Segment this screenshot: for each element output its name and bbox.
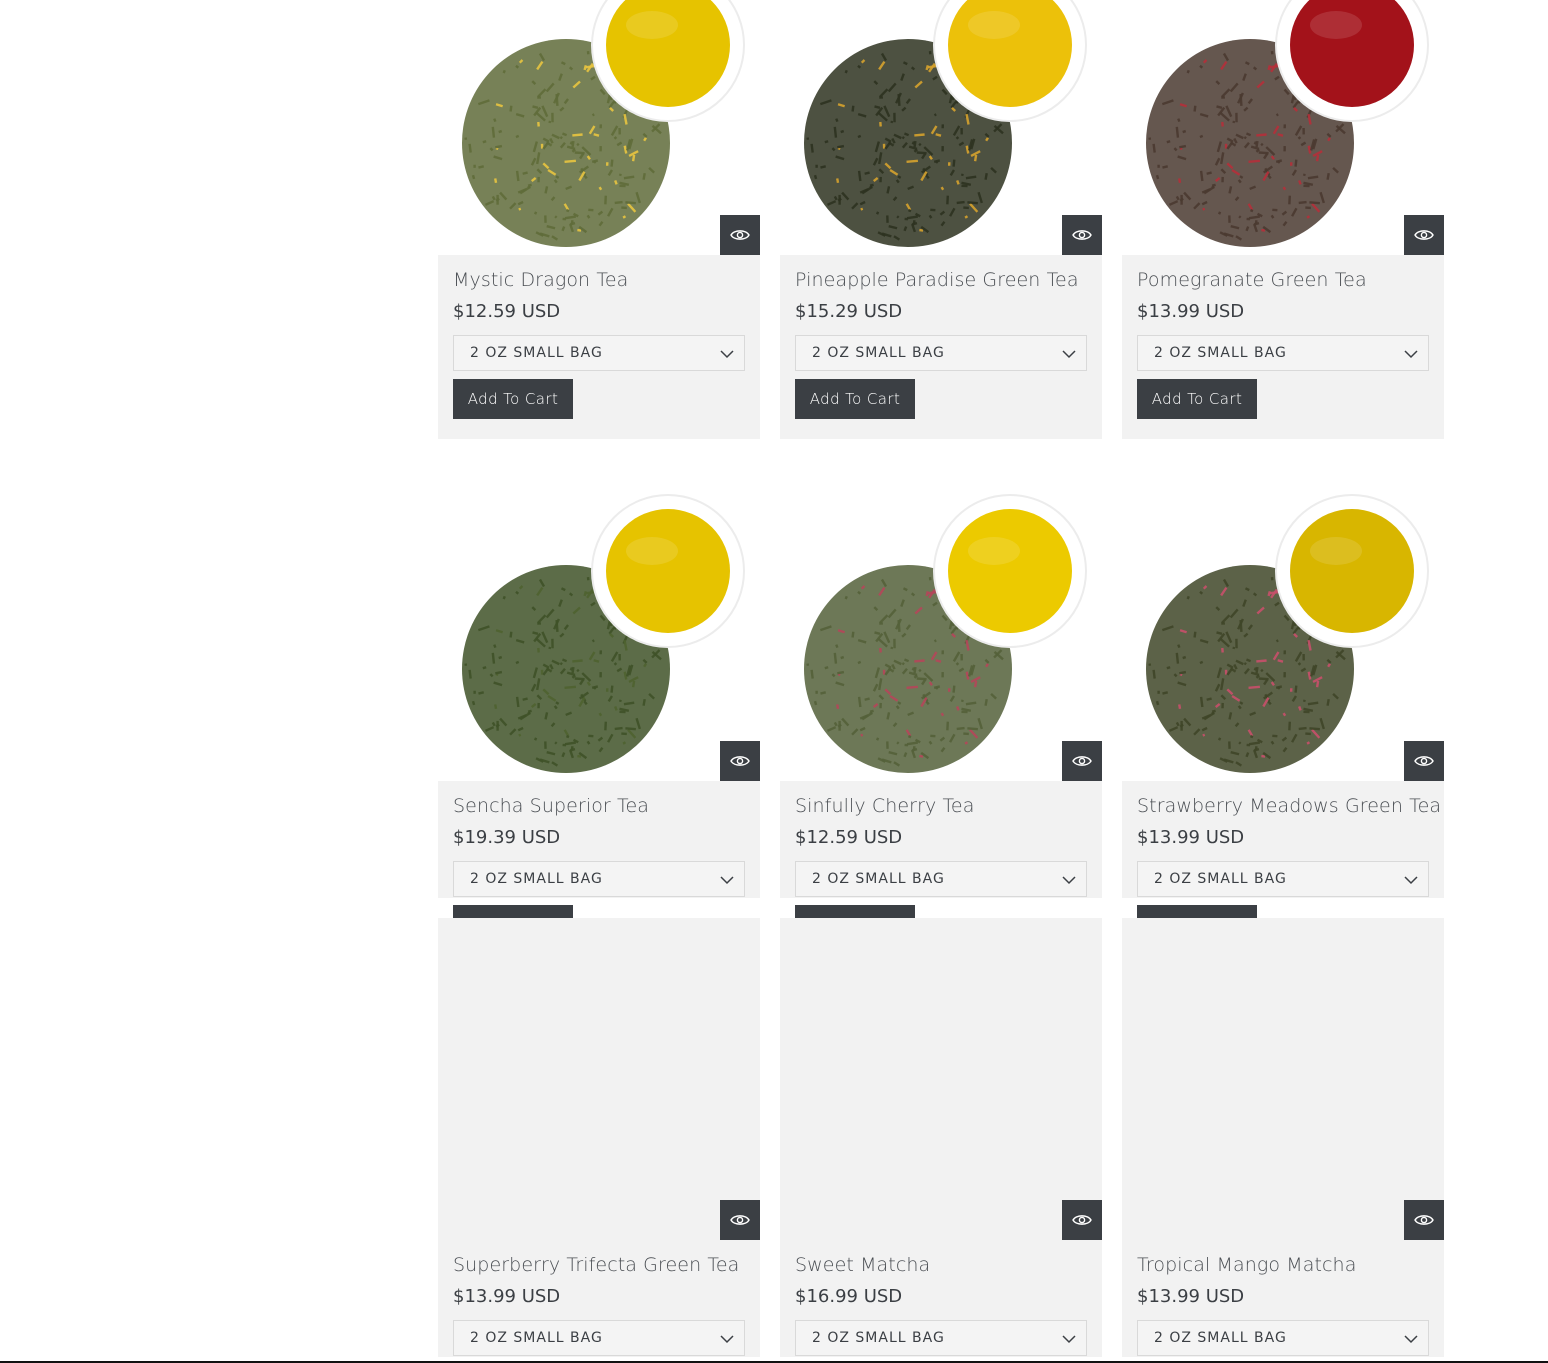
chevron-down-icon: [1404, 1335, 1418, 1344]
product-image: [1146, 0, 1429, 247]
size-select-value: 2 OZ SMALL BAG: [470, 345, 603, 361]
product-card[interactable]: Sweet Matcha $16.99 USD 2 OZ SMALL BAG A…: [780, 918, 1102, 1357]
size-select-value: 2 OZ SMALL BAG: [470, 871, 603, 887]
product-image: [462, 494, 745, 773]
add-to-cart-button[interactable]: Add To Cart: [795, 379, 915, 419]
product-title[interactable]: Pomegranate Green Tea: [1137, 269, 1429, 291]
size-select[interactable]: 2 OZ SMALL BAG: [795, 861, 1087, 897]
product-card[interactable]: Sinfully Cherry Tea $12.59 USD 2 OZ SMAL…: [780, 459, 1102, 945]
eye-icon: [1072, 230, 1092, 240]
product-price: $13.99 USD: [1137, 827, 1245, 848]
size-select[interactable]: 2 OZ SMALL BAG: [795, 335, 1087, 371]
product-price: $13.99 USD: [1137, 1286, 1245, 1307]
product-title[interactable]: Superberry Trifecta Green Tea: [453, 1254, 745, 1276]
size-select-value: 2 OZ SMALL BAG: [812, 871, 945, 887]
product-image-frame[interactable]: [780, 0, 1102, 255]
product-card[interactable]: Pomegranate Green Tea $13.99 USD 2 OZ SM…: [1122, 0, 1444, 439]
product-image-frame[interactable]: [780, 459, 1102, 781]
eye-icon: [730, 756, 750, 766]
size-select[interactable]: 2 OZ SMALL BAG: [1137, 861, 1429, 897]
product-image-frame[interactable]: [438, 0, 760, 255]
size-select-value: 2 OZ SMALL BAG: [470, 1330, 603, 1346]
product-grid-page: Mystic Dragon Tea $12.59 USD 2 OZ SMALL …: [0, 0, 1548, 1363]
product-image: [462, 0, 745, 247]
product-grid: Mystic Dragon Tea $12.59 USD 2 OZ SMALL …: [438, 0, 1444, 1357]
size-select[interactable]: 2 OZ SMALL BAG: [453, 335, 745, 371]
product-card[interactable]: Tropical Mango Matcha $13.99 USD 2 OZ SM…: [1122, 918, 1444, 1357]
product-price: $13.99 USD: [453, 1286, 561, 1307]
product-card[interactable]: Mystic Dragon Tea $12.59 USD 2 OZ SMALL …: [438, 0, 760, 439]
size-select-value: 2 OZ SMALL BAG: [1154, 871, 1287, 887]
size-select-value: 2 OZ SMALL BAG: [1154, 345, 1287, 361]
add-to-cart-button[interactable]: Add To Cart: [1137, 379, 1257, 419]
product-card[interactable]: Strawberry Meadows Green Tea $13.99 USD …: [1122, 459, 1444, 945]
quick-view-button[interactable]: [720, 215, 760, 255]
quick-view-button[interactable]: [1062, 215, 1102, 255]
product-image-frame[interactable]: [1122, 459, 1444, 781]
quick-view-button[interactable]: [1062, 741, 1102, 781]
product-image: [1146, 494, 1429, 773]
product-title[interactable]: Mystic Dragon Tea: [453, 269, 745, 291]
size-select[interactable]: 2 OZ SMALL BAG: [453, 1320, 745, 1356]
chevron-down-icon: [1404, 876, 1418, 885]
product-card[interactable]: Pineapple Paradise Green Tea $15.29 USD …: [780, 0, 1102, 439]
product-card[interactable]: Superberry Trifecta Green Tea $13.99 USD…: [438, 918, 760, 1357]
chevron-down-icon: [720, 876, 734, 885]
chevron-down-icon: [1062, 1335, 1076, 1344]
product-price: $15.29 USD: [795, 301, 903, 322]
product-price: $19.39 USD: [453, 827, 561, 848]
product-title[interactable]: Pineapple Paradise Green Tea: [795, 269, 1087, 291]
product-price: $12.59 USD: [453, 301, 561, 322]
product-price: $12.59 USD: [795, 827, 903, 848]
quick-view-button[interactable]: [1062, 1200, 1102, 1240]
product-image-frame[interactable]: [780, 918, 1102, 1240]
chevron-down-icon: [1404, 350, 1418, 359]
product-image: [804, 0, 1087, 247]
product-image-frame[interactable]: [438, 918, 760, 1240]
product-title[interactable]: Sinfully Cherry Tea: [795, 795, 1087, 817]
quick-view-button[interactable]: [720, 741, 760, 781]
chevron-down-icon: [720, 350, 734, 359]
product-price: $13.99 USD: [1137, 301, 1245, 322]
quick-view-button[interactable]: [1404, 1200, 1444, 1240]
size-select-value: 2 OZ SMALL BAG: [1154, 1330, 1287, 1346]
product-image-frame[interactable]: [1122, 0, 1444, 255]
product-title[interactable]: Strawberry Meadows Green Tea: [1137, 795, 1441, 817]
product-image: [804, 494, 1087, 773]
eye-icon: [730, 230, 750, 240]
size-select[interactable]: 2 OZ SMALL BAG: [1137, 1320, 1429, 1356]
quick-view-button[interactable]: [1404, 741, 1444, 781]
product-image-frame[interactable]: [1122, 918, 1444, 1240]
product-title[interactable]: Sweet Matcha: [795, 1254, 1087, 1276]
size-select[interactable]: 2 OZ SMALL BAG: [795, 1320, 1087, 1356]
eye-icon: [1414, 1215, 1434, 1225]
chevron-down-icon: [720, 1335, 734, 1344]
eye-icon: [1072, 756, 1092, 766]
eye-icon: [1414, 756, 1434, 766]
chevron-down-icon: [1062, 876, 1076, 885]
product-title[interactable]: Tropical Mango Matcha: [1137, 1254, 1429, 1276]
eye-icon: [1414, 230, 1434, 240]
size-select-value: 2 OZ SMALL BAG: [812, 345, 945, 361]
eye-icon: [730, 1215, 750, 1225]
eye-icon: [1072, 1215, 1092, 1225]
product-card[interactable]: Sencha Superior Tea $19.39 USD 2 OZ SMAL…: [438, 459, 760, 945]
add-to-cart-button[interactable]: Add To Cart: [453, 379, 573, 419]
size-select[interactable]: 2 OZ SMALL BAG: [1137, 335, 1429, 371]
size-select-value: 2 OZ SMALL BAG: [812, 1330, 945, 1346]
quick-view-button[interactable]: [720, 1200, 760, 1240]
product-title[interactable]: Sencha Superior Tea: [453, 795, 745, 817]
product-image-frame[interactable]: [438, 459, 760, 781]
chevron-down-icon: [1062, 350, 1076, 359]
quick-view-button[interactable]: [1404, 215, 1444, 255]
size-select[interactable]: 2 OZ SMALL BAG: [453, 861, 745, 897]
product-price: $16.99 USD: [795, 1286, 903, 1307]
